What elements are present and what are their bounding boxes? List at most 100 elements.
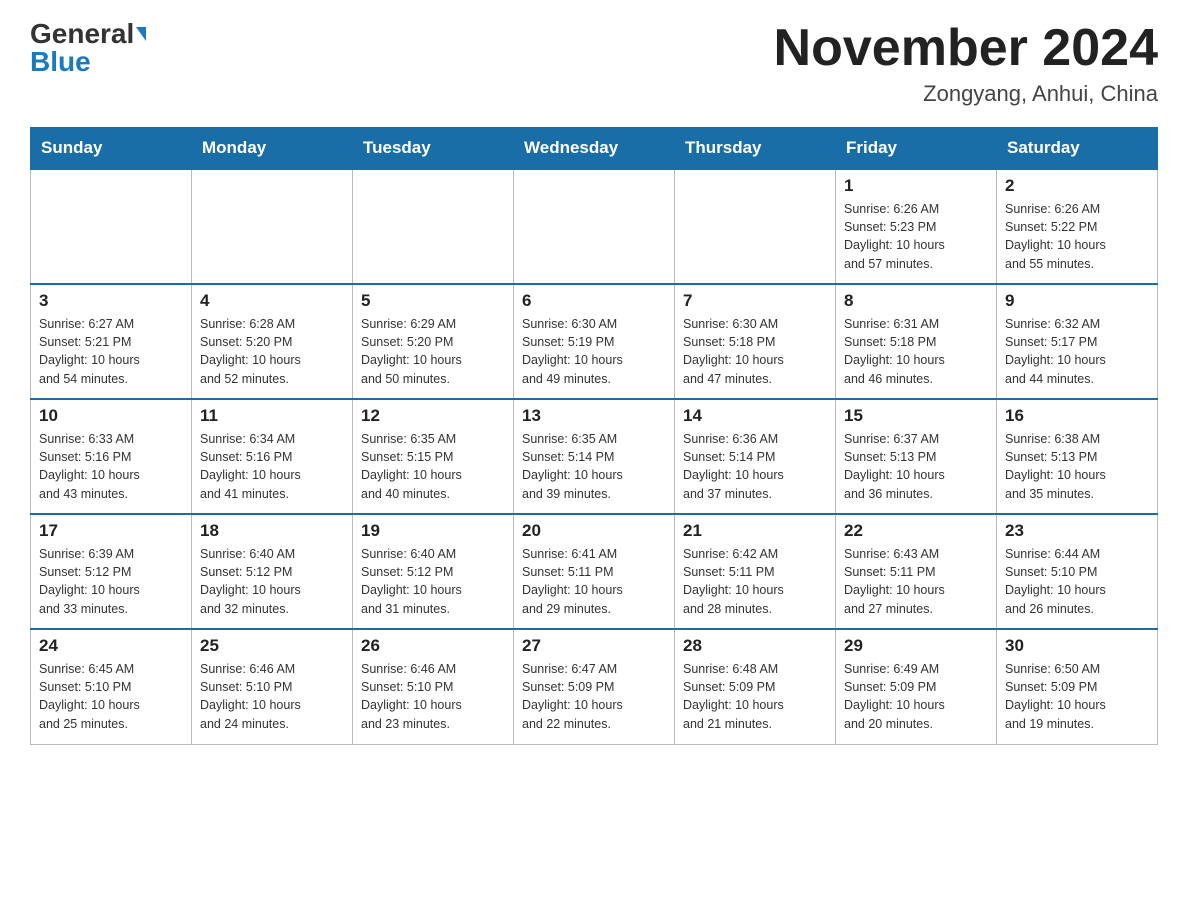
day-number: 15 [844,406,988,426]
calendar-cell: 4 Sunrise: 6:28 AMSunset: 5:20 PMDaylight… [192,284,353,399]
day-info: Sunrise: 6:26 AMSunset: 5:22 PMDaylight:… [1005,200,1149,273]
calendar-cell: 12Sunrise: 6:35 AMSunset: 5:15 PMDayligh… [353,399,514,514]
day-number: 9 [1005,291,1149,311]
weekday-header-friday: Friday [836,128,997,170]
day-info: Sunrise: 6:43 AMSunset: 5:11 PMDaylight:… [844,545,988,618]
day-number: 30 [1005,636,1149,656]
day-number: 1 [844,176,988,196]
calendar-cell: 18 Sunrise: 6:40 AMSunset: 5:12 PMDayligh… [192,514,353,629]
calendar-cell: 25 Sunrise: 6:46 AMSunset: 5:10 PMDayligh… [192,629,353,744]
calendar-cell [192,169,353,284]
day-info: Sunrise: 6:50 AMSunset: 5:09 PMDaylight:… [1005,660,1149,733]
month-title: November 2024 [774,20,1158,77]
calendar-cell: 15 Sunrise: 6:37 AMSunset: 5:13 PMDayligh… [836,399,997,514]
day-number: 29 [844,636,988,656]
logo-blue-text: Blue [30,46,91,77]
calendar-cell: 8 Sunrise: 6:31 AMSunset: 5:18 PMDaylight… [836,284,997,399]
day-info: Sunrise: 6:32 AMSunset: 5:17 PMDaylight:… [1005,315,1149,388]
calendar-cell: 11 Sunrise: 6:34 AMSunset: 5:16 PMDayligh… [192,399,353,514]
day-number: 22 [844,521,988,541]
day-number: 16 [1005,406,1149,426]
day-number: 11 [200,406,344,426]
day-number: 6 [522,291,666,311]
day-info: Sunrise: 6:39 AMSunset: 5:12 PMDaylight:… [39,545,183,618]
day-number: 13 [522,406,666,426]
calendar-table: SundayMondayTuesdayWednesdayThursdayFrid… [30,127,1158,745]
calendar-cell [675,169,836,284]
logo-triangle-icon [136,27,146,41]
weekday-header-thursday: Thursday [675,128,836,170]
day-info: Sunrise: 6:27 AMSunset: 5:21 PMDaylight:… [39,315,183,388]
day-info: Sunrise: 6:46 AMSunset: 5:10 PMDaylight:… [200,660,344,733]
day-info: Sunrise: 6:40 AMSunset: 5:12 PMDaylight:… [361,545,505,618]
calendar-cell [514,169,675,284]
day-number: 25 [200,636,344,656]
calendar-cell: 29 Sunrise: 6:49 AMSunset: 5:09 PMDayligh… [836,629,997,744]
calendar-cell: 6Sunrise: 6:30 AMSunset: 5:19 PMDaylight… [514,284,675,399]
day-info: Sunrise: 6:26 AMSunset: 5:23 PMDaylight:… [844,200,988,273]
day-info: Sunrise: 6:33 AMSunset: 5:16 PMDaylight:… [39,430,183,503]
title-block: November 2024 Zongyang, Anhui, China [774,20,1158,107]
calendar-cell: 5 Sunrise: 6:29 AMSunset: 5:20 PMDaylight… [353,284,514,399]
calendar-cell: 9 Sunrise: 6:32 AMSunset: 5:17 PMDaylight… [997,284,1158,399]
day-info: Sunrise: 6:29 AMSunset: 5:20 PMDaylight:… [361,315,505,388]
day-number: 24 [39,636,183,656]
calendar-cell: 1 Sunrise: 6:26 AMSunset: 5:23 PMDaylight… [836,169,997,284]
calendar-cell [31,169,192,284]
calendar-header-row: SundayMondayTuesdayWednesdayThursdayFrid… [31,128,1158,170]
weekday-header-tuesday: Tuesday [353,128,514,170]
day-info: Sunrise: 6:48 AMSunset: 5:09 PMDaylight:… [683,660,827,733]
day-info: Sunrise: 6:44 AMSunset: 5:10 PMDaylight:… [1005,545,1149,618]
weekday-header-wednesday: Wednesday [514,128,675,170]
calendar-cell: 24 Sunrise: 6:45 AMSunset: 5:10 PMDayligh… [31,629,192,744]
day-info: Sunrise: 6:36 AMSunset: 5:14 PMDaylight:… [683,430,827,503]
page-header: General Blue November 2024 Zongyang, Anh… [30,20,1158,107]
day-info: Sunrise: 6:49 AMSunset: 5:09 PMDaylight:… [844,660,988,733]
calendar-cell: 21 Sunrise: 6:42 AMSunset: 5:11 PMDayligh… [675,514,836,629]
calendar-cell: 20 Sunrise: 6:41 AMSunset: 5:11 PMDayligh… [514,514,675,629]
day-number: 5 [361,291,505,311]
calendar-cell: 30 Sunrise: 6:50 AMSunset: 5:09 PMDayligh… [997,629,1158,744]
day-info: Sunrise: 6:45 AMSunset: 5:10 PMDaylight:… [39,660,183,733]
day-number: 19 [361,521,505,541]
day-number: 14 [683,406,827,426]
day-info: Sunrise: 6:42 AMSunset: 5:11 PMDaylight:… [683,545,827,618]
day-info: Sunrise: 6:40 AMSunset: 5:12 PMDaylight:… [200,545,344,618]
day-number: 12 [361,406,505,426]
logo-general-text: General [30,20,134,48]
day-info: Sunrise: 6:41 AMSunset: 5:11 PMDaylight:… [522,545,666,618]
day-info: Sunrise: 6:46 AMSunset: 5:10 PMDaylight:… [361,660,505,733]
day-number: 18 [200,521,344,541]
day-number: 28 [683,636,827,656]
day-info: Sunrise: 6:28 AMSunset: 5:20 PMDaylight:… [200,315,344,388]
location-text: Zongyang, Anhui, China [774,81,1158,107]
calendar-cell: 26Sunrise: 6:46 AMSunset: 5:10 PMDayligh… [353,629,514,744]
day-info: Sunrise: 6:47 AMSunset: 5:09 PMDaylight:… [522,660,666,733]
day-info: Sunrise: 6:35 AMSunset: 5:14 PMDaylight:… [522,430,666,503]
day-number: 7 [683,291,827,311]
logo: General Blue [30,20,146,76]
day-info: Sunrise: 6:34 AMSunset: 5:16 PMDaylight:… [200,430,344,503]
day-number: 4 [200,291,344,311]
day-number: 23 [1005,521,1149,541]
day-info: Sunrise: 6:30 AMSunset: 5:18 PMDaylight:… [683,315,827,388]
calendar-cell: 22 Sunrise: 6:43 AMSunset: 5:11 PMDayligh… [836,514,997,629]
day-info: Sunrise: 6:31 AMSunset: 5:18 PMDaylight:… [844,315,988,388]
week-row-1: 1 Sunrise: 6:26 AMSunset: 5:23 PMDaylight… [31,169,1158,284]
day-number: 2 [1005,176,1149,196]
day-info: Sunrise: 6:37 AMSunset: 5:13 PMDaylight:… [844,430,988,503]
calendar-cell: 7 Sunrise: 6:30 AMSunset: 5:18 PMDaylight… [675,284,836,399]
day-number: 20 [522,521,666,541]
calendar-cell: 2 Sunrise: 6:26 AMSunset: 5:22 PMDaylight… [997,169,1158,284]
day-number: 17 [39,521,183,541]
day-info: Sunrise: 6:38 AMSunset: 5:13 PMDaylight:… [1005,430,1149,503]
day-number: 27 [522,636,666,656]
week-row-3: 10Sunrise: 6:33 AMSunset: 5:16 PMDayligh… [31,399,1158,514]
calendar-cell [353,169,514,284]
weekday-header-sunday: Sunday [31,128,192,170]
calendar-cell: 16 Sunrise: 6:38 AMSunset: 5:13 PMDayligh… [997,399,1158,514]
day-number: 8 [844,291,988,311]
weekday-header-monday: Monday [192,128,353,170]
day-number: 21 [683,521,827,541]
calendar-cell: 23 Sunrise: 6:44 AMSunset: 5:10 PMDayligh… [997,514,1158,629]
